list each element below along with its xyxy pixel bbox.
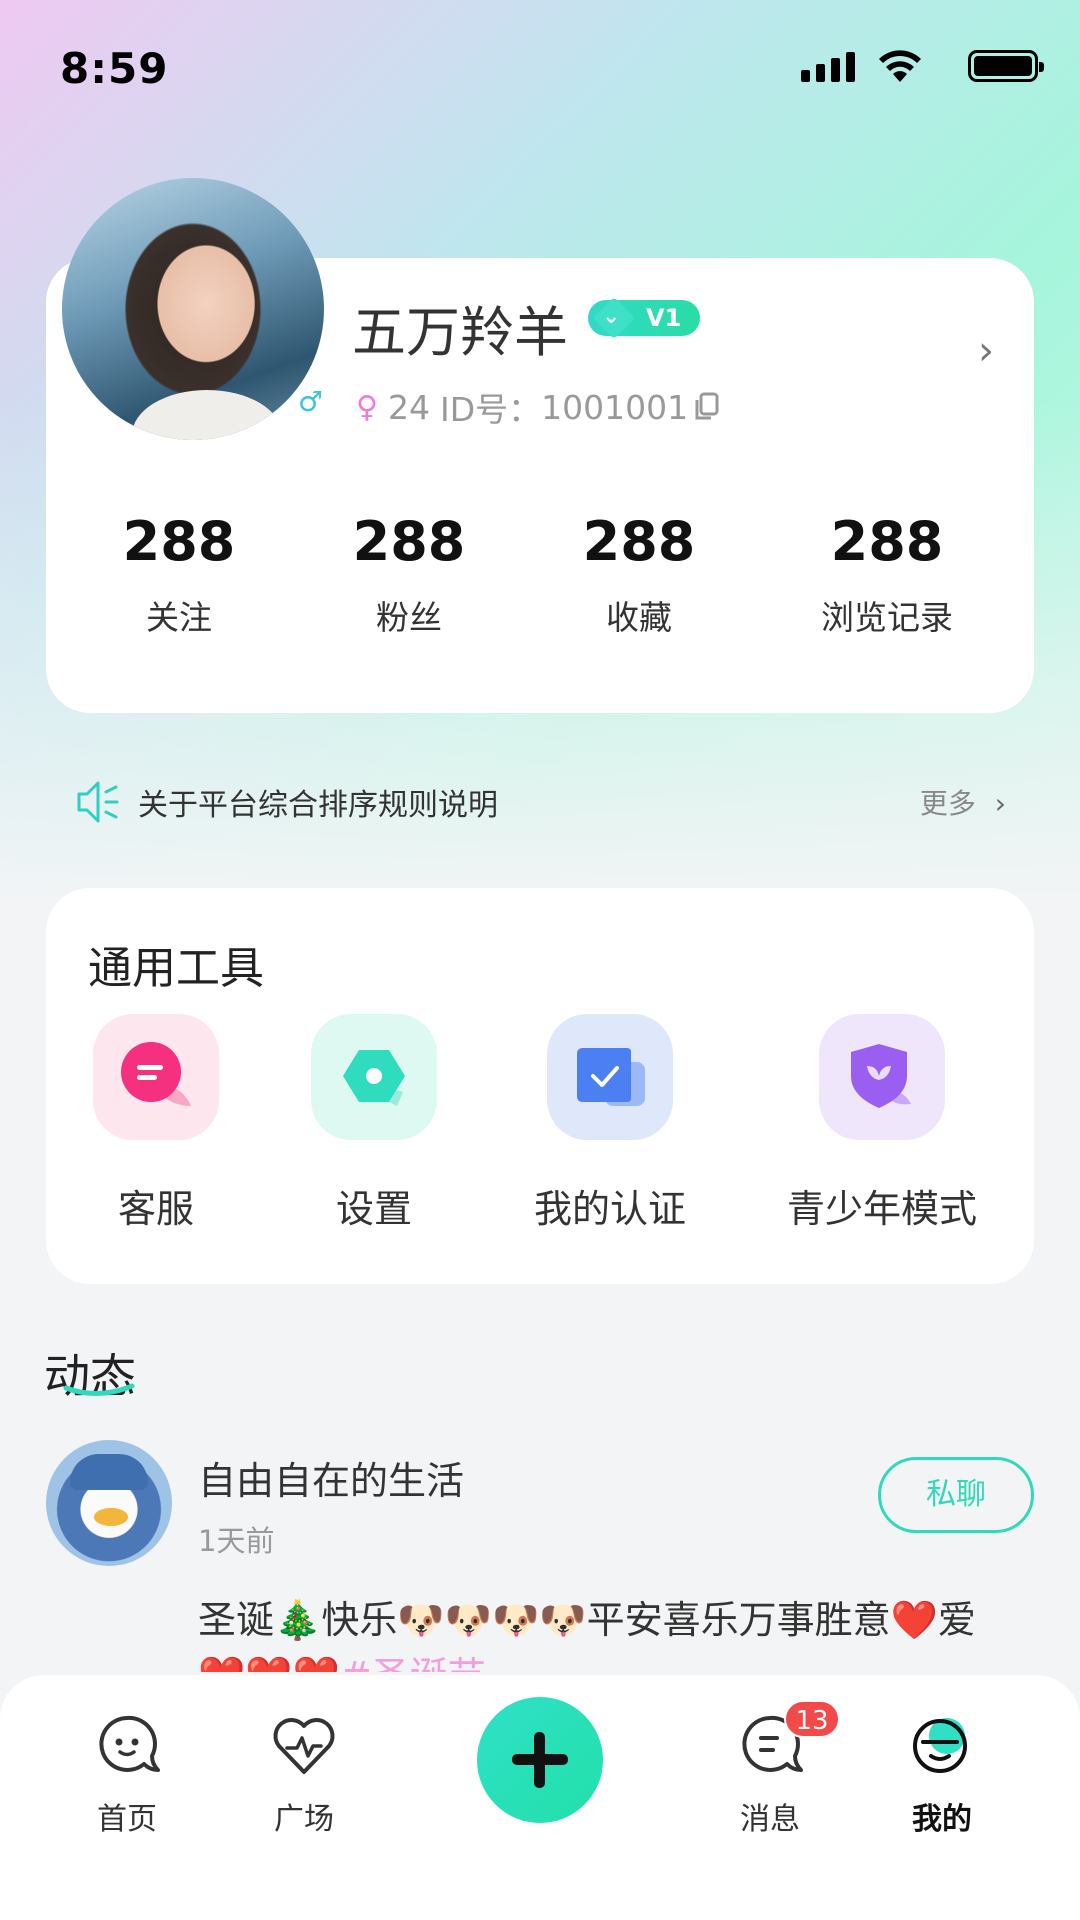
nav-label: 我的 — [912, 1802, 972, 1837]
vip-level: V1 — [646, 304, 682, 332]
tool-label: 设置 — [335, 1187, 412, 1231]
tool-label: 青少年模式 — [786, 1187, 977, 1231]
user-avatar[interactable] — [62, 178, 324, 440]
speaker-icon — [77, 781, 119, 823]
stat-fans[interactable]: 288 粉丝 — [299, 510, 519, 639]
heart-pulse-icon — [273, 1718, 335, 1774]
post-author-avatar[interactable] — [46, 1440, 172, 1566]
nav-profile[interactable]: 我的 — [882, 1712, 1002, 1838]
create-post-plus-button[interactable] — [477, 1697, 603, 1823]
stat-value: 288 — [582, 510, 696, 573]
notice-more-link[interactable]: 更多 › — [920, 782, 1006, 822]
user-nickname: 五万羚羊 — [352, 301, 568, 364]
post-text-hearts: ❤️❤️❤️ — [198, 1654, 340, 1672]
user-age: 24 — [387, 387, 430, 427]
stat-label: 收藏 — [606, 598, 672, 637]
tool-label: 我的认证 — [533, 1187, 686, 1231]
tool-label: 客服 — [117, 1187, 194, 1231]
stat-label: 粉丝 — [376, 598, 442, 637]
tool-settings[interactable]: 设置 — [274, 1014, 474, 1233]
customer-service-icon — [93, 1014, 219, 1140]
avatar-hat — [70, 1454, 148, 1490]
stat-following[interactable]: 288 关注 — [69, 510, 289, 639]
post-text-line: ❤️❤️❤️#圣诞节 — [198, 1648, 998, 1672]
male-icon: ♂ — [298, 385, 324, 418]
tool-teen-mode[interactable]: 青少年模式 — [782, 1014, 982, 1233]
more-label: 更多 — [919, 787, 976, 820]
nav-square[interactable]: 广场 — [244, 1712, 364, 1838]
stat-value: 288 — [830, 510, 944, 573]
battery-icon — [968, 50, 1044, 82]
private-chat-button[interactable]: 私聊 — [878, 1457, 1034, 1533]
tool-verification[interactable]: 我的认证 — [510, 1014, 710, 1233]
post-text-line: 圣诞🎄快乐🐶🐶🐶🐶平安喜乐万事胜意❤️爱 — [198, 1598, 976, 1642]
stat-label: 浏览记录 — [821, 598, 953, 637]
verification-icon — [547, 1014, 673, 1140]
message-count-badge: 13 — [784, 1700, 840, 1738]
avatar-beak — [94, 1508, 128, 1526]
post-hashtag[interactable]: #圣诞节 — [340, 1654, 486, 1672]
stat-value: 288 — [352, 510, 466, 573]
post-content[interactable]: 圣诞🎄快乐🐶🐶🐶🐶平安喜乐万事胜意❤️爱 ❤️❤️❤️#圣诞节 — [198, 1592, 998, 1672]
post-author-name[interactable]: 自由自在的生活 — [198, 1450, 464, 1505]
nav-label: 广场 — [274, 1802, 334, 1837]
profile-face-icon — [913, 1718, 967, 1773]
wifi-icon — [879, 50, 921, 82]
chevron-right-icon[interactable]: › — [978, 328, 994, 374]
status-bar: 8:59 — [0, 0, 1080, 130]
id-value: 1001001 — [541, 387, 689, 427]
stat-value: 288 — [122, 510, 236, 573]
diamond-icon: ⌄ — [602, 304, 621, 329]
tools-title: 通用工具 — [88, 943, 264, 994]
home-chat-face-icon — [99, 1715, 160, 1772]
notice-text: 关于平台综合排序规则说明 — [138, 788, 498, 823]
notice-bar[interactable]: 关于平台综合排序规则说明 更多 › — [76, 778, 1006, 828]
avatar-shoulder — [132, 390, 282, 440]
id-label: ID号： — [439, 390, 542, 429]
copy-icon[interactable] — [694, 392, 720, 422]
female-icon: ♀ — [356, 389, 378, 425]
stat-label: 关注 — [146, 598, 212, 637]
title-underline-decoration — [63, 1383, 135, 1397]
settings-icon — [311, 1014, 437, 1140]
nav-label: 消息 — [740, 1802, 800, 1837]
post-timestamp: 1天前 — [198, 1524, 275, 1558]
status-time: 8:59 — [60, 44, 169, 93]
stat-favorites[interactable]: 288 收藏 — [529, 510, 749, 639]
vip-badge: ⌄ V1 — [588, 300, 700, 336]
tool-customer-service[interactable]: 客服 — [56, 1014, 256, 1233]
teen-mode-shield-icon — [819, 1014, 945, 1140]
chevron-right-icon: › — [994, 787, 1006, 820]
nav-home[interactable]: 首页 — [67, 1712, 187, 1838]
nav-label: 首页 — [97, 1802, 157, 1837]
user-meta: ♀ 24 ID号： 1001001 — [356, 383, 720, 431]
stat-history[interactable]: 288 浏览记录 — [777, 510, 997, 639]
cellular-signal-icon — [801, 52, 855, 82]
